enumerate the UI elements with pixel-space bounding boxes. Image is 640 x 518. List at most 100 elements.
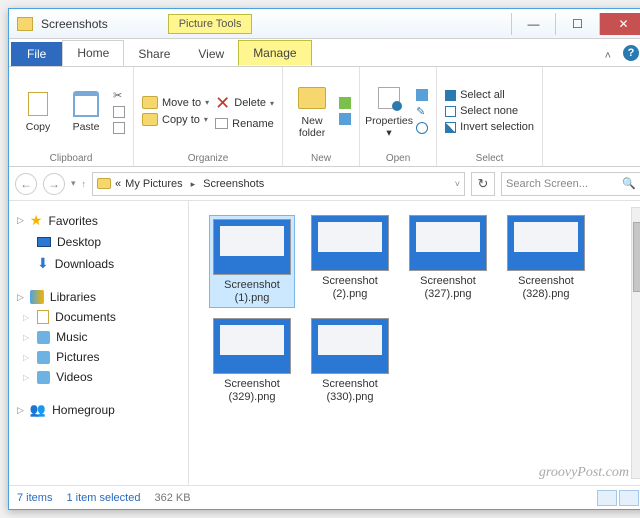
home-tab[interactable]: Home bbox=[62, 40, 124, 66]
file-thumbnail bbox=[311, 318, 389, 374]
file-item[interactable]: Screenshot (327).png bbox=[405, 215, 491, 308]
address-bar[interactable]: « My Pictures Screenshots ˅ bbox=[92, 172, 465, 196]
properties-button[interactable]: Properties▾ bbox=[368, 84, 410, 139]
sidebar-favorites[interactable]: ▷★Favorites bbox=[15, 209, 182, 232]
sidebar-item-videos[interactable]: ▷Videos bbox=[15, 367, 182, 387]
invert-selection-button[interactable]: Invert selection bbox=[445, 121, 534, 133]
file-thumbnail bbox=[409, 215, 487, 271]
address-dropdown-icon[interactable]: ˅ bbox=[455, 179, 460, 189]
sidebar-item-documents[interactable]: ▷Documents bbox=[15, 307, 182, 327]
forward-button[interactable]: → bbox=[43, 173, 65, 195]
sidebar-item-desktop[interactable]: Desktop bbox=[15, 232, 182, 252]
videos-icon bbox=[37, 371, 50, 384]
copy-path-button[interactable] bbox=[113, 106, 125, 118]
documents-icon bbox=[37, 310, 49, 324]
ribbon-tabs: File Home Share View Manage ˄ ? bbox=[9, 39, 640, 67]
breadcrumb[interactable]: Screenshots bbox=[203, 178, 264, 190]
ribbon-collapse-icon[interactable]: ˄ bbox=[599, 46, 617, 66]
file-thumbnail bbox=[311, 215, 389, 271]
open-button[interactable] bbox=[416, 89, 428, 101]
breadcrumb-prefix: « bbox=[115, 178, 121, 190]
context-tab-label: Picture Tools bbox=[168, 14, 253, 34]
help-icon[interactable]: ? bbox=[623, 45, 639, 61]
homegroup-icon: 👥 bbox=[30, 402, 46, 418]
navigation-bar: ← → ▾ ↑ « My Pictures Screenshots ˅ ↻ Se… bbox=[9, 167, 640, 201]
star-icon: ★ bbox=[30, 212, 43, 229]
sidebar-item-music[interactable]: ▷Music bbox=[15, 327, 182, 347]
file-item[interactable]: Screenshot (1).png bbox=[209, 215, 295, 308]
close-button[interactable]: ✕ bbox=[599, 13, 640, 35]
scrollbar-thumb[interactable] bbox=[633, 222, 640, 292]
maximize-button[interactable]: ☐ bbox=[555, 13, 599, 35]
paste-shortcut-button[interactable] bbox=[113, 122, 125, 134]
cut-button[interactable]: ✂ bbox=[113, 89, 125, 102]
new-folder-button[interactable]: New folder bbox=[291, 84, 333, 139]
chevron-right-icon: ▷ bbox=[23, 373, 29, 382]
sidebar-homegroup[interactable]: ▷👥Homegroup bbox=[15, 399, 182, 421]
details-view-button[interactable] bbox=[597, 490, 617, 506]
file-thumbnail bbox=[507, 215, 585, 271]
rename-button[interactable]: Rename bbox=[215, 118, 274, 130]
explorer-window: Screenshots Picture Tools — ☐ ✕ File Hom… bbox=[8, 8, 640, 510]
back-button[interactable]: ← bbox=[15, 173, 37, 195]
ribbon: Copy Paste ✂ Clipboard Move to▾ Copy to▾… bbox=[9, 67, 640, 167]
file-item[interactable]: Screenshot (329).png bbox=[209, 318, 295, 403]
music-icon bbox=[37, 331, 50, 344]
minimize-button[interactable]: — bbox=[511, 13, 555, 35]
download-icon: ⬇ bbox=[37, 255, 49, 272]
file-name: Screenshot (329).png bbox=[209, 378, 295, 403]
file-thumbnail bbox=[213, 318, 291, 374]
group-open: Properties▾ ✎ Open bbox=[360, 67, 437, 166]
recent-locations-icon[interactable]: ▾ bbox=[71, 178, 76, 189]
search-input[interactable]: Search Screen... 🔍 bbox=[501, 172, 640, 196]
chevron-right-icon: ▷ bbox=[23, 333, 29, 342]
file-name: Screenshot (330).png bbox=[307, 378, 393, 403]
watermark: groovyPost.com bbox=[539, 465, 629, 481]
group-clipboard: Copy Paste ✂ Clipboard bbox=[9, 67, 134, 166]
group-select: Select all Select none Invert selection … bbox=[437, 67, 543, 166]
status-item-count: 7 items bbox=[17, 492, 52, 504]
chevron-right-icon: ▷ bbox=[23, 353, 29, 362]
copy-to-button[interactable]: Copy to▾ bbox=[142, 113, 209, 126]
desktop-icon bbox=[37, 237, 51, 247]
delete-button[interactable]: ✕Delete▾ bbox=[215, 93, 274, 114]
move-to-button[interactable]: Move to▾ bbox=[142, 96, 209, 109]
select-all-button[interactable]: Select all bbox=[445, 89, 534, 101]
manage-tab[interactable]: Manage bbox=[238, 40, 311, 66]
share-tab[interactable]: Share bbox=[124, 42, 184, 66]
group-organize: Move to▾ Copy to▾ ✕Delete▾ Rename Organi… bbox=[134, 67, 283, 166]
title-bar: Screenshots Picture Tools — ☐ ✕ bbox=[9, 9, 640, 39]
libraries-icon bbox=[30, 290, 44, 304]
easy-access-button[interactable] bbox=[339, 113, 351, 125]
select-none-button[interactable]: Select none bbox=[445, 105, 534, 117]
file-item[interactable]: Screenshot (328).png bbox=[503, 215, 589, 308]
chevron-right-icon: ▷ bbox=[17, 405, 24, 416]
vertical-scrollbar[interactable] bbox=[631, 207, 640, 479]
file-name: Screenshot (327).png bbox=[405, 275, 491, 300]
chevron-right-icon: ▷ bbox=[17, 292, 24, 303]
status-bar: 7 items 1 item selected 362 KB bbox=[9, 485, 640, 509]
view-switcher bbox=[597, 490, 639, 506]
window-title: Screenshots bbox=[41, 17, 108, 31]
sidebar-item-downloads[interactable]: ⬇Downloads bbox=[15, 252, 182, 275]
edit-button[interactable]: ✎ bbox=[416, 105, 428, 118]
up-button[interactable]: ↑ bbox=[82, 179, 87, 189]
folder-icon bbox=[97, 178, 111, 189]
new-item-button[interactable] bbox=[339, 97, 351, 109]
copy-button[interactable]: Copy bbox=[17, 90, 59, 133]
history-button[interactable] bbox=[416, 122, 428, 134]
file-tab[interactable]: File bbox=[11, 42, 62, 66]
breadcrumb[interactable]: My Pictures bbox=[125, 178, 182, 190]
file-item[interactable]: Screenshot (2).png bbox=[307, 215, 393, 308]
file-item[interactable]: Screenshot (330).png bbox=[307, 318, 393, 403]
pictures-icon bbox=[37, 351, 50, 364]
thumbnails-view-button[interactable] bbox=[619, 490, 639, 506]
sidebar-libraries[interactable]: ▷Libraries bbox=[15, 287, 182, 307]
file-name: Screenshot (1).png bbox=[212, 279, 292, 304]
paste-button[interactable]: Paste bbox=[65, 90, 107, 133]
sidebar-item-pictures[interactable]: ▷Pictures bbox=[15, 347, 182, 367]
refresh-button[interactable]: ↻ bbox=[471, 172, 495, 196]
view-tab[interactable]: View bbox=[184, 42, 238, 66]
status-size: 362 KB bbox=[154, 492, 190, 504]
file-list-pane: Screenshot (1).png Screenshot (2).png Scre… bbox=[189, 201, 640, 485]
